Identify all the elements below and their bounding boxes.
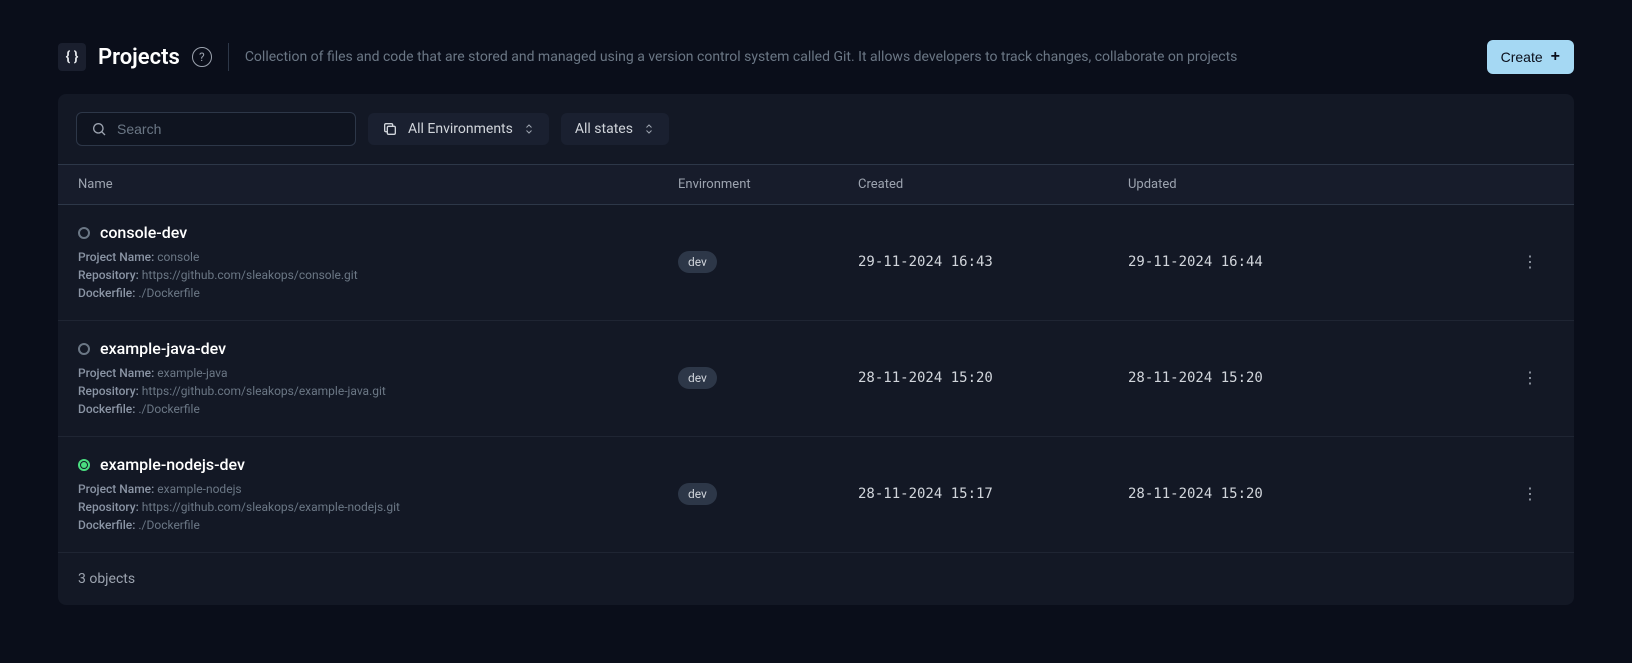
meta-repository: Repository: https://github.com/sleakops/… [78, 268, 678, 282]
filters-bar: All Environments All states [58, 94, 1574, 164]
name-title: example-java-dev [78, 339, 678, 358]
help-icon[interactable]: ? [192, 47, 212, 67]
environment-badge: dev [678, 251, 717, 273]
header-divider [228, 43, 229, 71]
chevron-updown-icon [523, 123, 535, 135]
meta-project-name: Project Name: console [78, 250, 678, 264]
updated-cell: 28-11-2024 15:20 [1128, 370, 1398, 386]
main-panel: All Environments All states Name Environ… [58, 94, 1574, 605]
meta-dockerfile: Dockerfile: ./Dockerfile [78, 518, 678, 532]
updated-cell: 29-11-2024 16:44 [1128, 254, 1398, 270]
created-cell: 28-11-2024 15:20 [858, 370, 1128, 386]
more-button[interactable]: ⋮ [1514, 248, 1546, 276]
meta-repository: Repository: https://github.com/sleakops/… [78, 500, 678, 514]
more-button[interactable]: ⋮ [1514, 480, 1546, 508]
environment-badge: dev [678, 367, 717, 389]
state-filter[interactable]: All states [561, 113, 669, 145]
meta-dockerfile: Dockerfile: ./Dockerfile [78, 286, 678, 300]
project-title: example-java-dev [100, 339, 226, 358]
search-input[interactable] [117, 121, 341, 137]
actions-cell: ⋮ [1398, 248, 1554, 276]
meta-project-name: Project Name: example-java [78, 366, 678, 380]
environment-cell: dev [678, 367, 858, 389]
braces-icon: { } [58, 43, 86, 71]
table-header: Name Environment Created Updated [58, 164, 1574, 205]
state-filter-label: All states [575, 121, 633, 137]
project-title: console-dev [100, 223, 187, 242]
meta-repository: Repository: https://github.com/sleakops/… [78, 384, 678, 398]
name-title: console-dev [78, 223, 678, 242]
search-box[interactable] [76, 112, 356, 146]
page-title: Projects [98, 45, 180, 70]
environment-filter[interactable]: All Environments [368, 113, 549, 145]
name-cell: example-java-dev Project Name: example-j… [78, 339, 678, 416]
name-cell: example-nodejs-dev Project Name: example… [78, 455, 678, 532]
environment-cell: dev [678, 483, 858, 505]
meta-project-name: Project Name: example-nodejs [78, 482, 678, 496]
chevron-updown-icon [643, 123, 655, 135]
created-cell: 28-11-2024 15:17 [858, 486, 1128, 502]
updated-cell: 28-11-2024 15:20 [1128, 486, 1398, 502]
actions-cell: ⋮ [1398, 364, 1554, 392]
environment-badge: dev [678, 483, 717, 505]
meta-dockerfile: Dockerfile: ./Dockerfile [78, 402, 678, 416]
table-row[interactable]: example-java-dev Project Name: example-j… [58, 321, 1574, 437]
copy-icon [382, 121, 398, 137]
column-actions [1398, 177, 1554, 192]
column-environment: Environment [678, 177, 858, 192]
environment-filter-label: All Environments [408, 121, 513, 137]
name-title: example-nodejs-dev [78, 455, 678, 474]
search-icon [91, 121, 107, 137]
created-cell: 29-11-2024 16:43 [858, 254, 1128, 270]
table-row[interactable]: example-nodejs-dev Project Name: example… [58, 437, 1574, 553]
page-description: Collection of files and code that are st… [245, 49, 1475, 65]
create-button-label: Create [1501, 49, 1543, 65]
column-created: Created [858, 177, 1128, 192]
actions-cell: ⋮ [1398, 480, 1554, 508]
status-icon [78, 459, 90, 471]
table-body: console-dev Project Name: console Reposi… [58, 205, 1574, 553]
create-button[interactable]: Create + [1487, 40, 1574, 74]
table-row[interactable]: console-dev Project Name: console Reposi… [58, 205, 1574, 321]
status-icon [78, 343, 90, 355]
page-header: { } Projects ? Collection of files and c… [58, 40, 1574, 74]
plus-icon: + [1551, 48, 1560, 66]
status-icon [78, 227, 90, 239]
table-footer: 3 objects [58, 553, 1574, 605]
more-button[interactable]: ⋮ [1514, 364, 1546, 392]
column-name: Name [78, 177, 678, 192]
environment-cell: dev [678, 251, 858, 273]
name-cell: console-dev Project Name: console Reposi… [78, 223, 678, 300]
project-title: example-nodejs-dev [100, 455, 245, 474]
column-updated: Updated [1128, 177, 1398, 192]
